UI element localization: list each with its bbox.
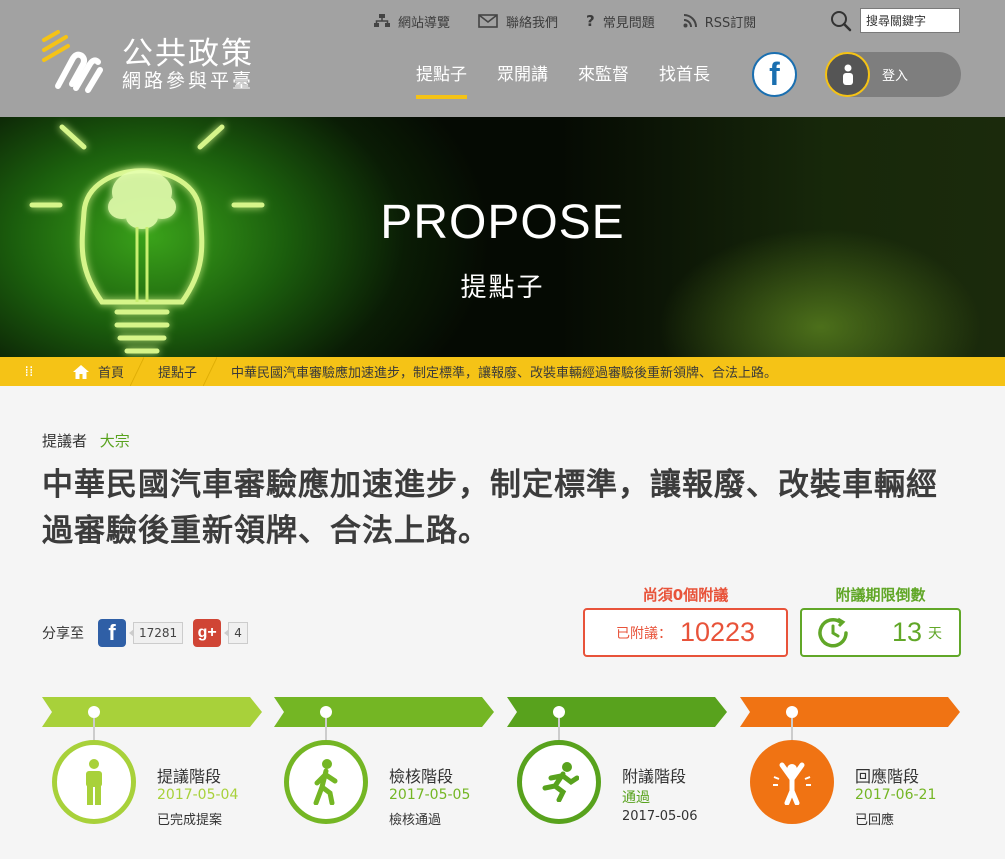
nav-monitor[interactable]: 來監督 [578,60,629,99]
login-label: 登入 [882,69,909,84]
proposer-name[interactable]: 大宗 [100,432,130,450]
signed-count: 10223 [679,617,756,647]
main-nav: 提點子 眾開講 來監督 找首長 [416,60,740,99]
facebook-share-button[interactable]: f [98,619,126,647]
search-box [830,8,960,33]
site-header: 公共政策 網路參與平臺 網站導覽 聯絡我們 ? 常見問題 RSS訂閱 提點子 眾… [0,0,1005,117]
toplink-rss[interactable]: RSS訂閱 [683,12,757,31]
stage-endorse: 附議階段 通過 2017-05-06 [507,697,727,837]
stage-review: 檢核階段 2017-05-05 檢核通過 [274,697,494,837]
toplink-sitemap[interactable]: 網站導覽 [374,12,450,31]
toplink-label: RSS訂閱 [704,15,757,31]
stage-connector [791,718,793,740]
proposer-label: 提議者 [42,432,88,450]
nav-propose[interactable]: 提點子 [416,60,467,99]
sitemap-icon [374,14,390,27]
running-person-icon [542,762,579,802]
stage-arrow [42,697,262,727]
googleplus-share-button[interactable]: g+ [193,619,222,647]
hero-banner: PROPOSE 提點子 [0,117,1005,357]
signed-label: 已附議： [615,625,672,642]
stage-status: 2017-05-06 [622,809,698,824]
toplink-faq[interactable]: ? 常見問題 [586,12,655,31]
stage-response: 回應階段 2017-06-21 已回應 [740,697,960,837]
stage-connector [325,718,327,740]
needed-signatures-label: 尚須0個附議 [642,586,729,604]
mail-icon [478,14,498,28]
login-button[interactable]: 登入 [825,52,961,97]
stage-date: 2017-06-21 [855,787,937,803]
stage-circle [750,740,834,824]
toplink-label: 常見問題 [602,15,655,31]
stage-connector [558,718,560,740]
stage-connector [93,718,95,740]
breadcrumb-label: 提點子 [158,366,198,381]
toplink-label: 聯絡我們 [506,15,559,31]
stage-circle [52,740,136,824]
search-input[interactable] [860,8,960,33]
stage-date: 2017-05-04 [157,787,239,803]
facebook-share-count: 17281 [128,622,184,644]
clock-icon [818,617,848,647]
site-subtitle: 網路參與平臺 [122,70,255,92]
facebook-icon: f [769,56,780,92]
search-icon[interactable] [830,10,852,32]
share-bar: 分享至 f 17281 g+ 4 [42,619,258,647]
countdown-label: 附議期限倒數 [835,586,926,604]
stage-dot [553,706,565,718]
breadcrumb: ⁞⁞ 首頁 提點子 中華民國汽車審驗應加速進步，制定標準，讓報廢、改裝車輛經過審… [0,357,1005,386]
days-left: 13 [892,617,923,647]
stage-circle [284,740,368,824]
facebook-icon: f [108,620,116,645]
stage-name: 附議階段 [622,767,687,786]
stage-circle [517,740,601,824]
hero-title: PROPOSE [380,196,625,249]
stage-name: 提議階段 [157,767,222,786]
proposal-title: 中華民國汽車審驗應加速進步，制定標準，讓報廢、改裝車輛經過審驗後重新領牌、合法上… [42,467,938,549]
stage-date: 通過 [622,790,650,806]
stage-date: 2017-05-05 [389,787,471,803]
stage-dot [320,706,332,718]
question-icon: ? [586,12,595,30]
stage-name: 檢核階段 [389,767,454,786]
stage-arrow [274,697,494,727]
breadcrumb-propose[interactable]: 提點子 [144,357,218,386]
stage-name: 回應階段 [855,767,920,786]
home-icon [73,364,89,379]
proposer-line: 提議者 大宗 [42,430,130,451]
stage-dot [786,706,798,718]
toplink-label: 網站導覽 [398,15,451,31]
breadcrumb-label: 中華民國汽車審驗應加速進步，制定標準，讓報廢、改裝車輛經過審驗後重新領牌、合法上… [231,366,778,381]
nav-chief[interactable]: 找首長 [659,60,710,99]
facebook-button[interactable]: f [752,52,797,97]
breadcrumb-home[interactable]: 首頁 [58,357,145,386]
signature-count-box: 已附議： 10223 [583,608,788,657]
walking-person-icon [313,759,338,805]
toplink-contact[interactable]: 聯絡我們 [478,12,558,31]
cheering-person-icon [773,762,811,805]
stage-proposal: 提議階段 2017-05-04 已完成提案 [42,697,262,837]
stage-status: 已完成提案 [157,813,223,828]
standing-person-icon [86,759,102,805]
breadcrumb-label: 首頁 [98,366,125,381]
stage-status: 檢核通過 [389,813,442,828]
googleplus-icon: g+ [197,624,217,641]
user-icon [825,52,870,97]
stage-arrow [740,697,960,727]
grip-icon[interactable]: ⁞⁞ [0,357,58,386]
googleplus-share-count: 4 [224,622,248,644]
nav-discuss[interactable]: 眾開講 [497,60,548,99]
hero-subtitle: 提點子 [460,273,545,303]
share-label: 分享至 [42,626,84,642]
stage-status: 已回應 [855,813,895,828]
days-unit: 天 [928,625,943,642]
countdown-box: 13 天 [800,608,961,657]
utility-links: 網站導覽 聯絡我們 ? 常見問題 RSS訂閱 [374,10,784,32]
breadcrumb-current: 中華民國汽車審驗應加速進步，制定標準，讓報廢、改裝車輛經過審驗後重新領牌、合法上… [217,357,797,386]
site-logo-icon[interactable] [38,26,108,96]
rss-icon [683,14,697,28]
stage-arrow [507,697,727,727]
stage-dot [88,706,100,718]
